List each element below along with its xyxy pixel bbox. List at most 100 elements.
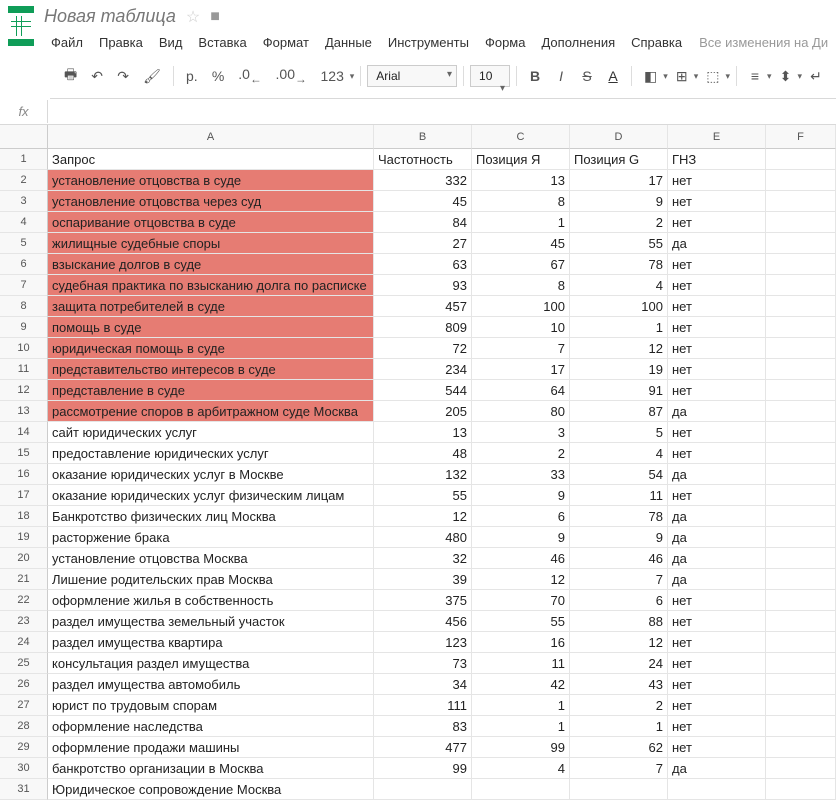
cell[interactable]: 72: [374, 338, 472, 359]
cell[interactable]: 4: [570, 275, 668, 296]
menu-view[interactable]: Вид: [152, 31, 190, 54]
row-header[interactable]: 7: [0, 275, 48, 296]
cell[interactable]: сайт юридических услуг: [48, 422, 374, 443]
col-header-c[interactable]: C: [472, 125, 570, 149]
cell[interactable]: нет: [668, 695, 766, 716]
cell[interactable]: 70: [472, 590, 570, 611]
cell[interactable]: Частотность: [374, 149, 472, 170]
cell[interactable]: 1: [570, 716, 668, 737]
cell[interactable]: [766, 674, 836, 695]
menu-insert[interactable]: Вставка: [191, 31, 253, 54]
cell[interactable]: 6: [472, 506, 570, 527]
cell[interactable]: [766, 653, 836, 674]
percent-button[interactable]: %: [206, 64, 230, 88]
print-icon[interactable]: 🖶: [58, 60, 83, 92]
cell[interactable]: 13: [374, 422, 472, 443]
row-header[interactable]: 25: [0, 653, 48, 674]
cell[interactable]: 12: [570, 632, 668, 653]
cell[interactable]: 45: [374, 191, 472, 212]
cell[interactable]: нет: [668, 485, 766, 506]
row-header[interactable]: 16: [0, 464, 48, 485]
cell[interactable]: 132: [374, 464, 472, 485]
row-header[interactable]: 6: [0, 254, 48, 275]
cell[interactable]: представительство интересов в суде: [48, 359, 374, 380]
cell[interactable]: нет: [668, 338, 766, 359]
cell[interactable]: да: [668, 527, 766, 548]
row-header[interactable]: 13: [0, 401, 48, 422]
col-header-b[interactable]: B: [374, 125, 472, 149]
cell[interactable]: 62: [570, 737, 668, 758]
cell[interactable]: [766, 170, 836, 191]
cell[interactable]: нет: [668, 191, 766, 212]
cell[interactable]: взыскание долгов в суде: [48, 254, 374, 275]
cell[interactable]: 8: [472, 191, 570, 212]
cell[interactable]: 55: [570, 233, 668, 254]
cell[interactable]: нет: [668, 422, 766, 443]
cell[interactable]: 88: [570, 611, 668, 632]
cell[interactable]: 17: [570, 170, 668, 191]
cell[interactable]: 375: [374, 590, 472, 611]
cell[interactable]: Запрос: [48, 149, 374, 170]
strikethrough-button[interactable]: S: [575, 64, 599, 88]
menu-help[interactable]: Справка: [624, 31, 689, 54]
cell[interactable]: 11: [472, 653, 570, 674]
cell[interactable]: нет: [668, 653, 766, 674]
cell[interactable]: установление отцовства в суде: [48, 170, 374, 191]
paint-format-icon[interactable]: 🖌: [137, 64, 167, 89]
cell[interactable]: 55: [374, 485, 472, 506]
cell[interactable]: 34: [374, 674, 472, 695]
cell[interactable]: [766, 233, 836, 254]
cell[interactable]: нет: [668, 275, 766, 296]
cell[interactable]: нет: [668, 716, 766, 737]
cell[interactable]: нет: [668, 590, 766, 611]
cell[interactable]: [766, 611, 836, 632]
cell[interactable]: нет: [668, 443, 766, 464]
row-header[interactable]: 19: [0, 527, 48, 548]
cell[interactable]: 7: [472, 338, 570, 359]
col-header-f[interactable]: F: [766, 125, 836, 149]
star-icon[interactable]: ☆: [186, 7, 200, 27]
cell[interactable]: [766, 191, 836, 212]
cell[interactable]: нет: [668, 296, 766, 317]
cell[interactable]: да: [668, 401, 766, 422]
cell[interactable]: 54: [570, 464, 668, 485]
borders-icon[interactable]: ⊞: [670, 64, 694, 89]
col-header-a[interactable]: A: [48, 125, 374, 149]
row-header[interactable]: 9: [0, 317, 48, 338]
wrap-icon[interactable]: ↵: [804, 64, 828, 89]
row-header[interactable]: 31: [0, 779, 48, 800]
col-header-e[interactable]: E: [668, 125, 766, 149]
cell[interactable]: 45: [472, 233, 570, 254]
cell[interactable]: 67: [472, 254, 570, 275]
text-color-button[interactable]: A: [601, 64, 625, 88]
cell[interactable]: 111: [374, 695, 472, 716]
cell[interactable]: 83: [374, 716, 472, 737]
cell[interactable]: 4: [570, 443, 668, 464]
fill-color-icon[interactable]: ◧: [638, 64, 663, 89]
cell[interactable]: [766, 632, 836, 653]
cell[interactable]: [766, 569, 836, 590]
cell[interactable]: нет: [668, 674, 766, 695]
cell[interactable]: [570, 779, 668, 800]
cell[interactable]: [766, 212, 836, 233]
cell[interactable]: рассмотрение споров в арбитражном суде М…: [48, 401, 374, 422]
cell[interactable]: 63: [374, 254, 472, 275]
cell[interactable]: 93: [374, 275, 472, 296]
cell[interactable]: 80: [472, 401, 570, 422]
cell[interactable]: 17: [472, 359, 570, 380]
cell[interactable]: ГНЗ: [668, 149, 766, 170]
cell[interactable]: Лишение родительских прав Москва: [48, 569, 374, 590]
row-header[interactable]: 23: [0, 611, 48, 632]
row-header[interactable]: 10: [0, 338, 48, 359]
cell[interactable]: [766, 422, 836, 443]
merge-cells-icon[interactable]: ⬚: [700, 64, 725, 89]
cell[interactable]: да: [668, 569, 766, 590]
cell[interactable]: [766, 737, 836, 758]
chevron-down-icon[interactable]: ▾: [725, 71, 730, 82]
cell[interactable]: предоставление юридических услуг: [48, 443, 374, 464]
cell[interactable]: 809: [374, 317, 472, 338]
cell[interactable]: [766, 359, 836, 380]
cell[interactable]: 8: [472, 275, 570, 296]
cell[interactable]: 48: [374, 443, 472, 464]
cell[interactable]: 46: [570, 548, 668, 569]
